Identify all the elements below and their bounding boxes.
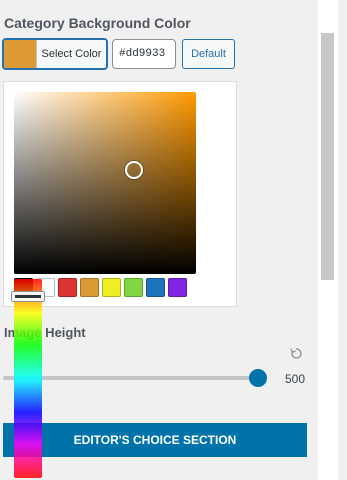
saturation-handle[interactable] bbox=[125, 161, 143, 179]
section-title: Category Background Color bbox=[4, 15, 191, 31]
hue-slider-handle[interactable] bbox=[11, 291, 45, 302]
palette-swatch-orange[interactable] bbox=[80, 278, 99, 297]
default-color-button[interactable]: Default bbox=[182, 39, 235, 69]
palette-swatch-red[interactable] bbox=[58, 278, 77, 297]
palette-swatch-yellow[interactable] bbox=[102, 278, 121, 297]
hex-color-input[interactable]: #dd9933 bbox=[112, 39, 176, 69]
palette-swatch-blue[interactable] bbox=[146, 278, 165, 297]
reset-icon[interactable] bbox=[290, 347, 303, 360]
image-height-slider-thumb[interactable] bbox=[249, 369, 267, 387]
color-picker-panel bbox=[3, 81, 237, 307]
palette-swatch-purple[interactable] bbox=[168, 278, 187, 297]
current-color-preview bbox=[4, 40, 37, 68]
editors-choice-section-banner[interactable]: EDITOR'S CHOICE SECTION bbox=[3, 423, 307, 457]
select-color-button[interactable]: Select Color bbox=[3, 39, 107, 69]
hue-slider[interactable] bbox=[14, 279, 42, 478]
select-color-label: Select Color bbox=[37, 40, 106, 68]
palette-swatch-green[interactable] bbox=[124, 278, 143, 297]
saturation-square[interactable] bbox=[14, 92, 196, 274]
image-height-value: 500 bbox=[285, 372, 306, 386]
scrollbar-thumb[interactable] bbox=[321, 33, 334, 280]
